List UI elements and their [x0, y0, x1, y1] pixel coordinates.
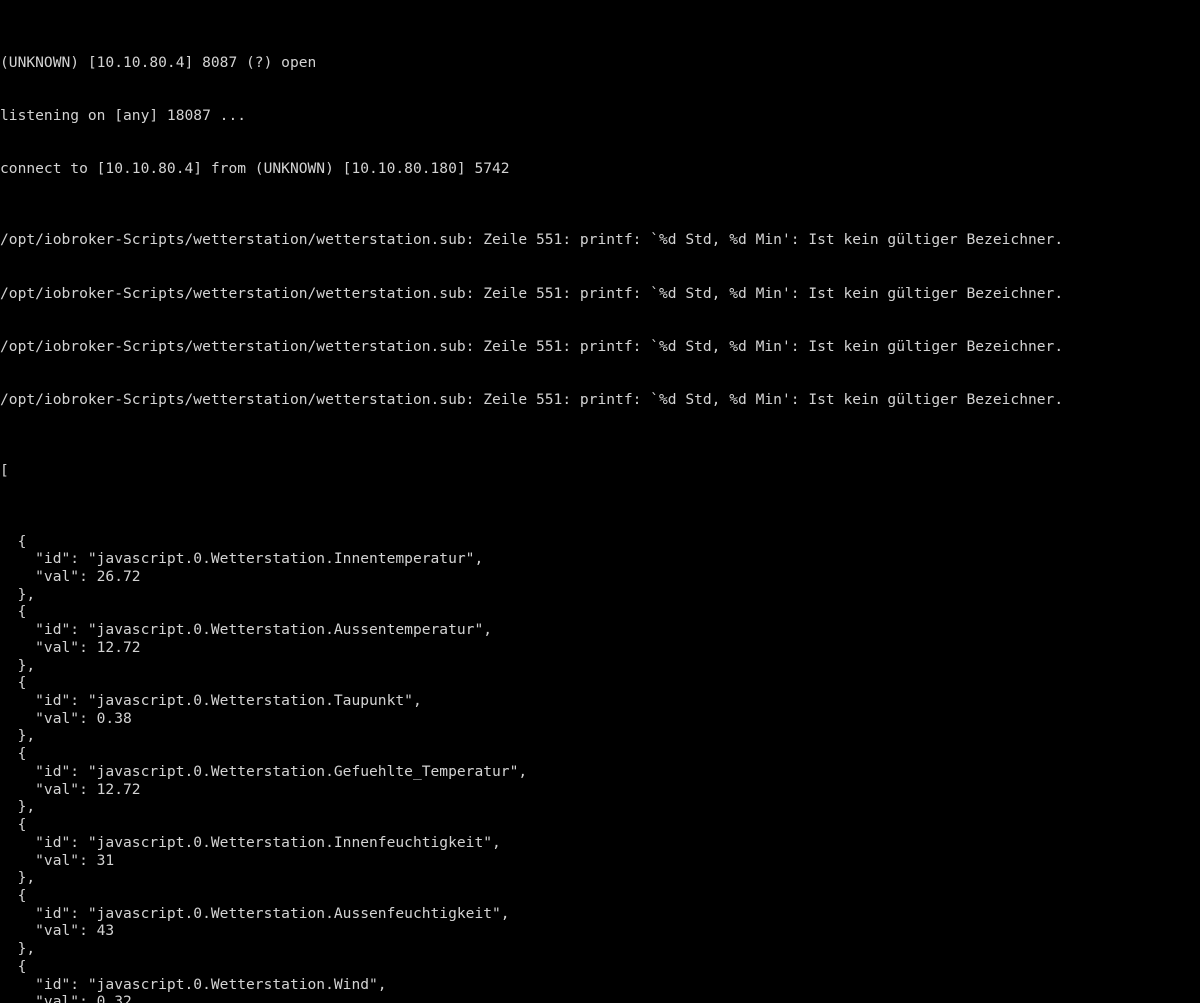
json-array-open: [: [0, 461, 9, 479]
json-object-close: },: [0, 869, 36, 887]
json-field-val: "val": 0.38: [0, 709, 132, 727]
netcat-listening-line: listening on [any] 18087 ...: [0, 107, 247, 125]
terminal-screen: (UNKNOWN) [10.10.80.4] 8087 (?) open lis…: [0, 1, 1200, 1003]
json-object-close: },: [0, 798, 36, 816]
json-object-close: },: [0, 656, 36, 674]
json-object-open: {: [0, 745, 27, 763]
bash-error-line: /opt/iobroker-Scripts/wetterstation/wett…: [0, 284, 1064, 302]
bash-error-line: /opt/iobroker-Scripts/wetterstation/wett…: [0, 337, 1064, 355]
json-field-id: "id": "javascript.0.Wetterstation.Aussen…: [0, 904, 510, 922]
json-field-id: "id": "javascript.0.Wetterstation.Aussen…: [0, 621, 493, 639]
json-field-val: "val": 12.72: [0, 780, 141, 798]
json-object-open: {: [0, 886, 27, 904]
netcat-open-line: (UNKNOWN) [10.10.80.4] 8087 (?) open: [0, 54, 317, 72]
json-object-open: {: [0, 816, 27, 834]
json-field-id: "id": "javascript.0.Wetterstation.Innenf…: [0, 833, 501, 851]
json-field-id: "id": "javascript.0.Wetterstation.Wind",: [0, 975, 387, 993]
json-object-open: {: [0, 957, 27, 975]
json-field-id: "id": "javascript.0.Wetterstation.Taupun…: [0, 692, 422, 710]
json-field-val: "val": 31: [0, 851, 115, 869]
json-field-val: "val": 0.32: [0, 993, 132, 1003]
json-object-list: { "id": "javascript.0.Wetterstation.Inne…: [0, 533, 1200, 1003]
terminal-window[interactable]: (UNKNOWN) [10.10.80.4] 8087 (?) open lis…: [0, 0, 1200, 1003]
json-field-id: "id": "javascript.0.Wetterstation.Gefueh…: [0, 762, 528, 780]
json-field-val: "val": 26.72: [0, 568, 141, 585]
netcat-connect-line: connect to [10.10.80.4] from (UNKNOWN) […: [0, 160, 510, 178]
json-object-close: },: [0, 585, 36, 603]
json-object-open: {: [0, 603, 27, 621]
json-field-val: "val": 12.72: [0, 638, 141, 656]
json-object-open: {: [0, 674, 27, 692]
json-field-val: "val": 43: [0, 922, 115, 940]
json-field-id: "id": "javascript.0.Wetterstation.Innent…: [0, 550, 484, 568]
json-object-close: },: [0, 727, 36, 745]
bash-error-line: /opt/iobroker-Scripts/wetterstation/wett…: [0, 231, 1064, 249]
bash-error-line: /opt/iobroker-Scripts/wetterstation/wett…: [0, 390, 1064, 408]
json-object-open: {: [0, 532, 27, 550]
json-object-close: },: [0, 940, 36, 958]
